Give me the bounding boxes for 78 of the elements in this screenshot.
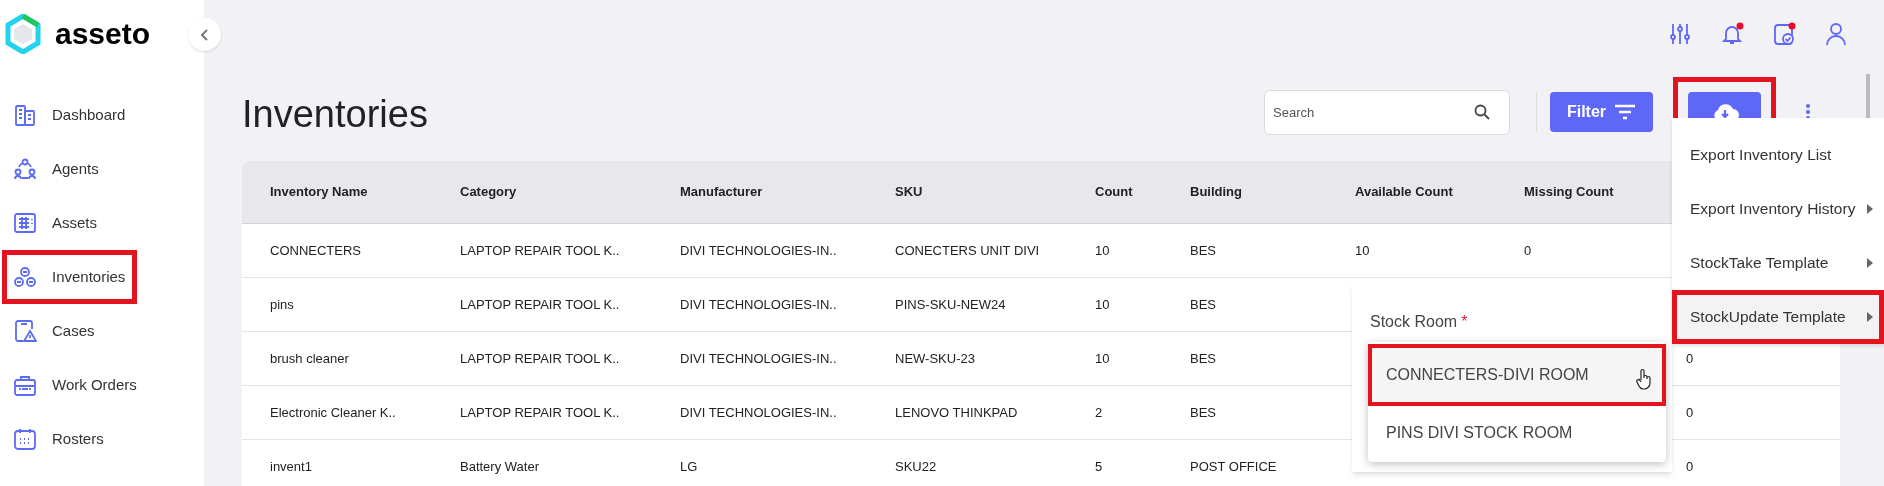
table-cell-text: DIVI TECHNOLOGIES-IN.. <box>680 241 838 260</box>
table-cell-text: BES <box>1190 295 1217 314</box>
column-header: Available Count <box>1355 183 1454 202</box>
required-mark: * <box>1461 312 1468 332</box>
table-cell-text: NEW-SKU-23 <box>895 349 976 368</box>
column-header: Missing Count <box>1524 183 1615 202</box>
menu-item[interactable]: StockTake Template <box>1672 236 1884 290</box>
column-header: Manufacturer <box>680 183 764 202</box>
field-label: Stock Room <box>1370 312 1458 332</box>
page-title: Inventories <box>242 94 428 134</box>
calendar-icon <box>13 427 37 451</box>
submenu-arrow-icon <box>1867 204 1873 214</box>
more-vertical-icon[interactable] <box>1806 104 1810 120</box>
dropdown-option[interactable]: PINS DIVI STOCK ROOM <box>1368 406 1666 460</box>
table-cell-text: 0 <box>1686 349 1695 368</box>
sidebar-item[interactable]: Work Orders <box>2 358 137 412</box>
table-cell-text: invent1 <box>270 457 313 476</box>
building-icon <box>13 103 37 127</box>
table-cell-text: CONECTERS UNIT DIVI <box>895 241 1041 260</box>
column-header: Category <box>460 183 518 202</box>
table-cell-text: brush cleaner <box>270 349 350 368</box>
filter-icon <box>1614 104 1637 120</box>
table-cell-text: 0 <box>1686 403 1695 422</box>
menu-item[interactable]: Export Inventory History <box>1672 182 1884 236</box>
column-header: Inventory Name <box>270 183 369 202</box>
people-icon <box>13 157 37 181</box>
table-cell-text: LAPTOP REPAIR TOOL K.. <box>460 295 621 314</box>
sidebar-item[interactable]: Inventories <box>2 250 137 304</box>
table-cell-text: LG <box>680 457 699 476</box>
search-icon <box>1474 103 1490 120</box>
column-header: Building <box>1190 183 1243 202</box>
sidebar-item[interactable]: Agents <box>2 142 137 196</box>
column-header: SKU <box>895 183 924 202</box>
menu-item[interactable]: StockUpdate Template <box>1672 290 1884 344</box>
table-cell-text: PINS-SKU-NEW24 <box>895 295 1007 314</box>
table-cell-text: DIVI TECHNOLOGIES-IN.. <box>680 349 838 368</box>
toolbox-icon <box>13 373 37 397</box>
filter-button[interactable]: Filter <box>1550 92 1653 132</box>
table-cell-text: BES <box>1190 241 1217 260</box>
dropdown-option[interactable]: CONNECTERS-DIVI ROOM <box>1368 344 1666 406</box>
table-cell-text: CONNECTERS <box>270 241 362 260</box>
column-header: Count <box>1095 183 1134 202</box>
sidebar-item[interactable]: Cases <box>2 304 137 358</box>
submenu-arrow-icon <box>1867 312 1873 322</box>
table-cell-text: DIVI TECHNOLOGIES-IN.. <box>680 403 838 422</box>
table-cell-text: pins <box>270 295 295 314</box>
grid-icon <box>13 211 37 235</box>
circles-icon <box>13 265 37 289</box>
chevron-left-icon <box>200 28 209 41</box>
table-cell-text: LAPTOP REPAIR TOOL K.. <box>460 241 621 260</box>
table-cell-text: LENOVO THINKPAD <box>895 403 1019 422</box>
table-cell-text: Electronic Cleaner K.. <box>270 403 397 422</box>
table-cell-text: 10 <box>1095 241 1111 260</box>
table-cell-text: 10 <box>1095 349 1111 368</box>
menu-item[interactable]: Export Inventory List <box>1672 128 1884 182</box>
sidebar-item[interactable]: Dashboard <box>2 88 137 142</box>
table-cell-text: POST OFFICE <box>1190 457 1278 476</box>
table-cell-text: 10 <box>1095 295 1111 314</box>
cube-logo-icon <box>5 14 41 54</box>
table-cell-text: Battery Water <box>460 457 540 476</box>
sidebar-item[interactable]: Rosters <box>2 412 137 466</box>
search-field[interactable]: Search <box>1264 89 1510 135</box>
table-cell-text: DIVI TECHNOLOGIES-IN.. <box>680 295 838 314</box>
submenu-arrow-icon <box>1867 258 1873 268</box>
table-cell-text: SKU22 <box>895 457 938 476</box>
sidebar-item[interactable]: Assets <box>2 196 137 250</box>
clipboard-check-icon[interactable] <box>1772 22 1798 48</box>
warning-icon <box>13 319 37 343</box>
brand-name: asseto <box>55 16 151 52</box>
table-cell-text: BES <box>1190 403 1217 422</box>
table-cell-text: 2 <box>1095 403 1104 422</box>
table-cell-text: 10 <box>1355 241 1371 260</box>
table-cell-text: 0 <box>1686 457 1695 476</box>
table-cell-text: 5 <box>1095 457 1104 476</box>
table-cell-text: 0 <box>1524 241 1533 260</box>
table-cell-text: BES <box>1190 349 1217 368</box>
table-cell-text: LAPTOP REPAIR TOOL K.. <box>460 349 621 368</box>
table-cell-text: LAPTOP REPAIR TOOL K.. <box>460 403 621 422</box>
